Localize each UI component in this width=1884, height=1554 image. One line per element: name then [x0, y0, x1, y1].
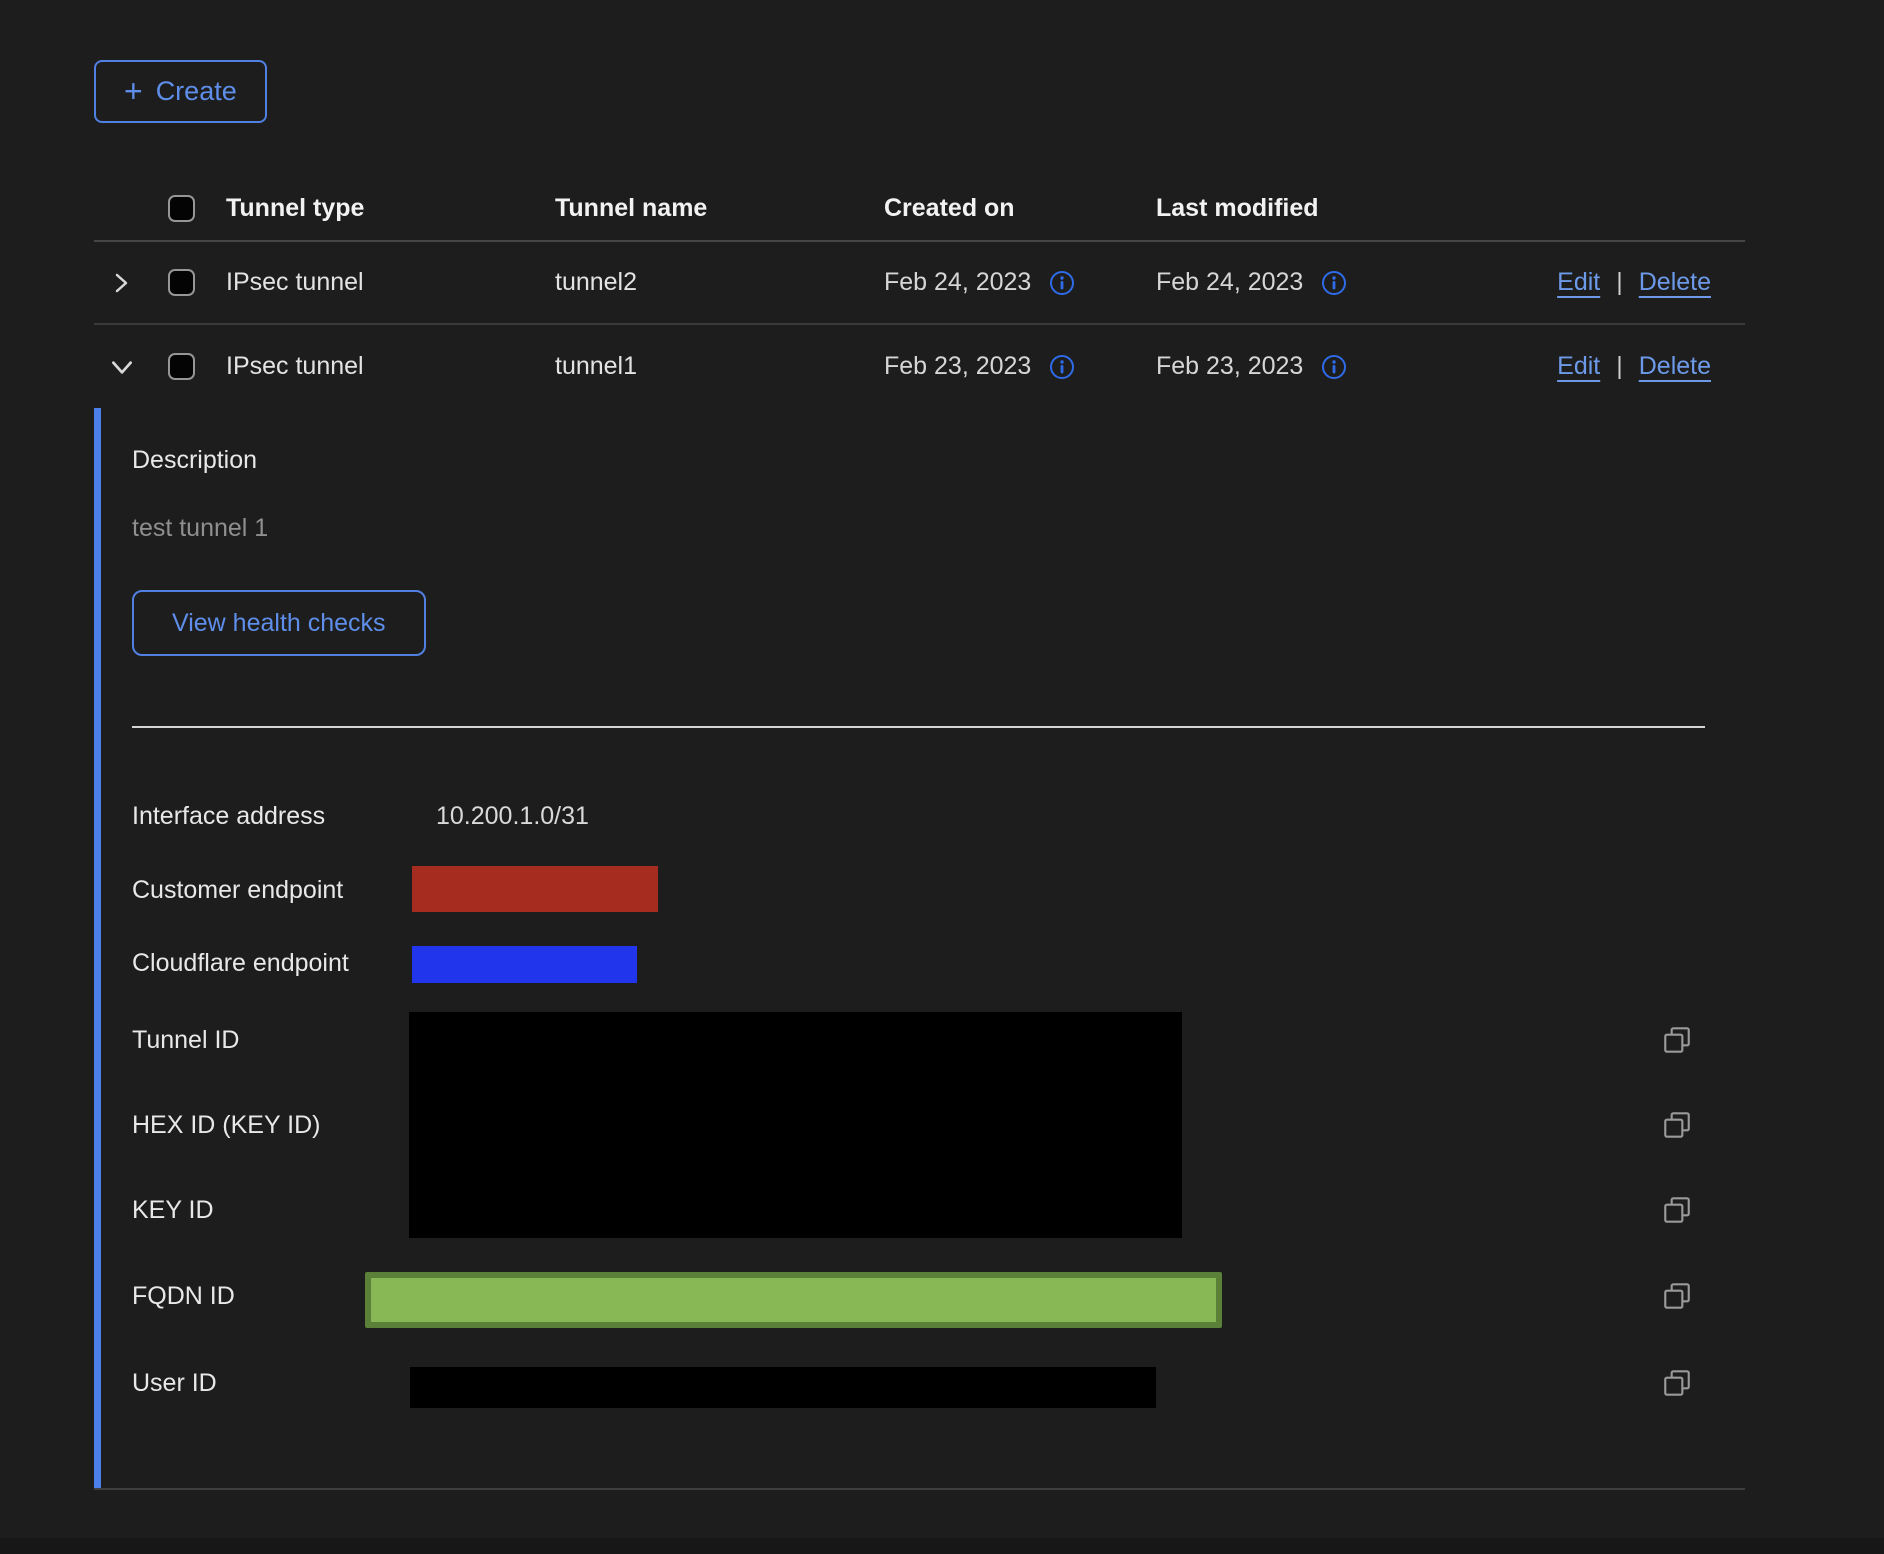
last-modified-cell: Feb 23, 2023 [1156, 352, 1303, 381]
expanded-row-accent-bar [94, 408, 101, 1488]
created-on-cell: Feb 23, 2023 [884, 352, 1031, 381]
copy-tunnel-id-button[interactable] [1660, 1023, 1694, 1057]
table-header-row: Tunnel type Tunnel name Created on Last … [94, 177, 1745, 242]
create-button-label: Create [156, 76, 237, 107]
info-icon [1321, 270, 1347, 296]
tunnel-type-cell: IPsec tunnel [226, 268, 555, 297]
row-checkbox[interactable] [168, 269, 195, 296]
copy-hex-id-button[interactable] [1660, 1108, 1694, 1142]
copy-fqdn-id-button[interactable] [1660, 1279, 1694, 1313]
cloudflare-endpoint-label: Cloudflare endpoint [132, 947, 349, 979]
customer-endpoint-redacted-value [412, 866, 658, 912]
copy-key-id-button[interactable] [1660, 1193, 1694, 1227]
info-icon [1049, 270, 1075, 296]
table-row: IPsec tunnel tunnel2 Feb 24, 2023 Feb 24… [94, 242, 1745, 325]
user-id-label: User ID [132, 1367, 217, 1399]
tunnel-type-cell: IPsec tunnel [226, 352, 555, 381]
tunnels-table: Tunnel type Tunnel name Created on Last … [94, 177, 1745, 1490]
fqdn-id-redacted-value [365, 1272, 1222, 1328]
tunnel-name-cell: tunnel1 [555, 352, 884, 381]
created-on-info-button[interactable] [1049, 354, 1075, 380]
interface-address-value: 10.200.1.0/31 [436, 800, 589, 832]
edit-link[interactable]: Edit [1557, 268, 1600, 297]
ids-redacted-value-block [409, 1012, 1182, 1238]
tunnel-id-label: Tunnel ID [132, 1024, 239, 1056]
header-tunnel-name: Tunnel name [555, 194, 884, 223]
last-modified-info-button[interactable] [1321, 270, 1347, 296]
view-health-checks-label: View health checks [172, 609, 386, 638]
copy-icon [1661, 1367, 1693, 1399]
header-tunnel-type: Tunnel type [226, 194, 555, 223]
created-on-info-button[interactable] [1049, 270, 1075, 296]
last-modified-cell: Feb 24, 2023 [1156, 268, 1303, 297]
delete-link[interactable]: Delete [1639, 352, 1711, 381]
view-health-checks-button[interactable]: View health checks [132, 590, 426, 656]
info-icon [1321, 354, 1347, 380]
interface-address-label: Interface address [132, 800, 325, 832]
last-modified-info-button[interactable] [1321, 354, 1347, 380]
table-row: IPsec tunnel tunnel1 Feb 23, 2023 Feb 23… [94, 325, 1745, 408]
fqdn-id-label: FQDN ID [132, 1280, 235, 1312]
expand-row-button[interactable] [94, 270, 160, 296]
info-icon [1049, 354, 1075, 380]
description-value: test tunnel 1 [132, 512, 268, 544]
header-created-on: Created on [884, 194, 1156, 223]
chevron-right-icon [108, 270, 134, 296]
copy-icon [1661, 1109, 1693, 1141]
expanded-row-panel: Description test tunnel 1 View health ch… [94, 408, 1745, 1490]
header-last-modified: Last modified [1156, 194, 1440, 223]
copy-icon [1661, 1194, 1693, 1226]
copy-icon [1661, 1024, 1693, 1056]
row-checkbox[interactable] [168, 353, 195, 380]
edit-link[interactable]: Edit [1557, 352, 1600, 381]
hex-id-label: HEX ID (KEY ID) [132, 1109, 320, 1141]
panel-divider [132, 726, 1705, 728]
create-button[interactable]: + Create [94, 60, 267, 123]
customer-endpoint-label: Customer endpoint [132, 874, 343, 906]
copy-user-id-button[interactable] [1660, 1366, 1694, 1400]
tunnels-page: + Create Tunnel type Tunnel name Created… [0, 0, 1884, 1554]
delete-link[interactable]: Delete [1639, 268, 1711, 297]
collapse-row-button[interactable] [94, 353, 160, 381]
select-all-checkbox[interactable] [168, 195, 195, 222]
action-separator: | [1616, 352, 1623, 381]
cloudflare-endpoint-redacted-value [412, 946, 637, 983]
copy-icon [1661, 1280, 1693, 1312]
created-on-cell: Feb 24, 2023 [884, 268, 1031, 297]
description-label: Description [132, 444, 257, 476]
tunnel-name-cell: tunnel2 [555, 268, 884, 297]
plus-icon: + [124, 75, 143, 107]
key-id-label: KEY ID [132, 1194, 214, 1226]
chevron-down-icon [108, 353, 136, 381]
user-id-redacted-value [410, 1367, 1156, 1408]
page-bottom-edge [0, 1538, 1884, 1554]
action-separator: | [1616, 268, 1623, 297]
